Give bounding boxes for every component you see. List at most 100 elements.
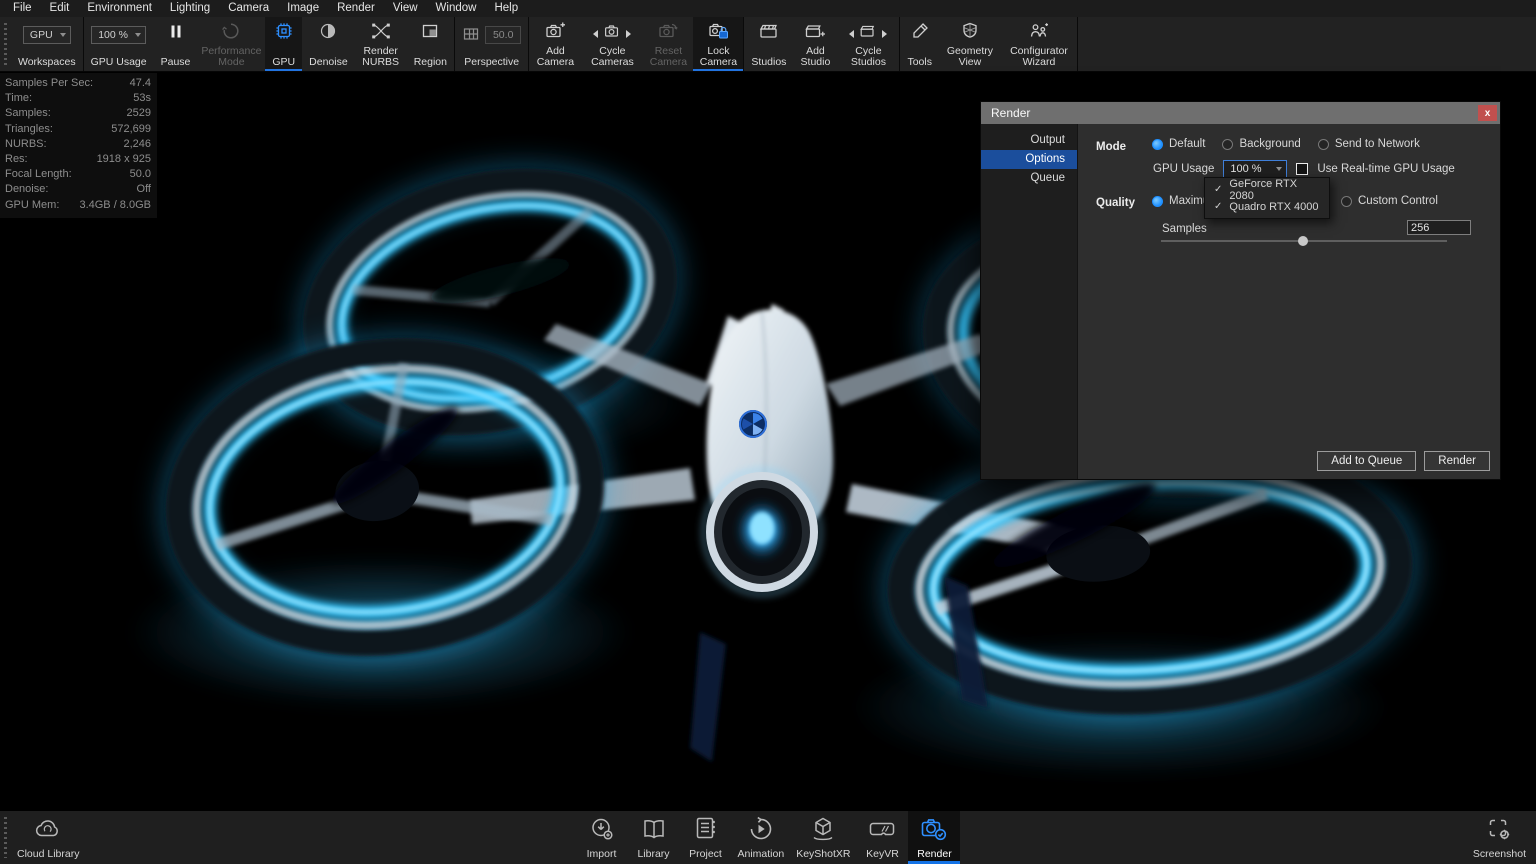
tab-output[interactable]: Output — [981, 131, 1077, 150]
quality-radio-custom-control[interactable]: Custom Control — [1341, 195, 1438, 207]
samples-value-input[interactable] — [1407, 220, 1471, 235]
focal-length-field[interactable]: 50.0 — [485, 26, 521, 44]
configurator-wizard-icon — [1028, 21, 1050, 46]
render-nurbs-label: Render NURBS — [362, 46, 400, 69]
render-dialog-content: Mode Default Background Send to Network … — [1078, 124, 1500, 479]
toolbar-drag-handle[interactable] — [4, 23, 7, 65]
keyvr-label: KeyVR — [866, 848, 899, 861]
samples-slider[interactable] — [1161, 234, 1447, 248]
configurator-wizard-button[interactable]: Configurator Wizard — [1001, 17, 1077, 71]
project-button[interactable]: Project — [680, 811, 732, 864]
gpu-usage-control[interactable]: 100 % GPU Usage — [84, 17, 154, 71]
realtime-gpu-usage-checkbox[interactable] — [1296, 163, 1308, 175]
menu-render[interactable]: Render — [328, 0, 384, 17]
gpu-usage-dialog-dropdown[interactable]: 100 % — [1223, 160, 1287, 178]
screenshot-button[interactable]: Screenshot — [1467, 811, 1532, 864]
workspaces-control[interactable]: GPU Workspaces — [11, 17, 83, 71]
perspective-control[interactable]: 50.0 Perspective — [455, 17, 528, 71]
stat-triangles: Triangles:572,699 — [5, 122, 151, 137]
gpu-usage-dropdown[interactable]: 100 % — [91, 26, 146, 44]
gpu-usage-dialog-label: GPU Usage — [1153, 163, 1214, 175]
geometry-view-label: Geometry View — [946, 46, 994, 69]
add-studio-button[interactable]: Add Studio — [793, 17, 837, 71]
gpu-mode-label: GPU — [272, 57, 295, 69]
tools-knife-icon — [910, 21, 930, 46]
render-dialog-titlebar[interactable]: Render x — [981, 102, 1500, 124]
studios-button[interactable]: Studios — [744, 17, 793, 71]
add-camera-icon — [544, 21, 566, 46]
add-camera-button[interactable]: Add Camera — [529, 17, 581, 71]
cycle-cameras-icon — [602, 21, 622, 46]
cycle-right-arrow-icon[interactable] — [626, 30, 631, 38]
keyshotxr-button[interactable]: KeyShotXR — [790, 811, 856, 864]
menu-file[interactable]: File — [4, 0, 41, 17]
menu-window[interactable]: Window — [427, 0, 486, 17]
tools-label: Tools — [907, 57, 932, 69]
import-button[interactable]: Import — [576, 811, 628, 864]
pause-button[interactable]: Pause — [154, 17, 198, 71]
render-button[interactable]: Render — [1424, 451, 1490, 471]
cycle-left-arrow-icon[interactable] — [593, 30, 598, 38]
tab-queue[interactable]: Queue — [981, 169, 1077, 188]
menu-camera[interactable]: Camera — [219, 0, 278, 17]
checkmark-icon: ✓ — [1214, 184, 1222, 195]
render-stats-overlay: Samples Per Sec:47.4 Time:53s Samples:25… — [0, 73, 157, 218]
render-dialog-title: Render — [991, 106, 1030, 120]
import-label: Import — [587, 848, 617, 861]
keyshotxr-cube-icon — [809, 815, 837, 848]
cycle-cameras-button[interactable]: Cycle Cameras — [581, 17, 643, 71]
add-to-queue-button[interactable]: Add to Queue — [1317, 451, 1416, 471]
gpu-device-geforce[interactable]: ✓ GeForce RTX 2080 — [1205, 181, 1329, 198]
project-label: Project — [689, 848, 722, 861]
cycle-right-arrow-icon[interactable] — [882, 30, 887, 38]
render-output-button[interactable]: Render — [908, 811, 960, 864]
realtime-gpu-usage-label: Use Real-time GPU Usage — [1317, 163, 1454, 175]
library-button[interactable]: Library — [628, 811, 680, 864]
menu-bar: File Edit Environment Lighting Camera Im… — [0, 0, 1536, 17]
lock-camera-button[interactable]: Lock Camera — [693, 17, 743, 71]
import-icon — [588, 815, 616, 848]
menu-help[interactable]: Help — [485, 0, 527, 17]
menu-edit[interactable]: Edit — [41, 0, 79, 17]
gpu-usage-dialog-value: 100 % — [1230, 163, 1261, 175]
menu-environment[interactable]: Environment — [78, 0, 161, 17]
geometry-view-button[interactable]: Geometry View — [939, 17, 1001, 71]
gpu-mode-button[interactable]: GPU — [265, 17, 302, 71]
add-studio-label: Add Studio — [800, 46, 830, 69]
animation-icon — [747, 815, 775, 848]
region-button[interactable]: Region — [407, 17, 454, 71]
cycle-studios-button[interactable]: Cycle Studios — [837, 17, 899, 71]
mode-radio-send-to-network[interactable]: Send to Network — [1318, 138, 1420, 150]
studios-clapperboard-icon — [758, 21, 780, 46]
mode-radio-default[interactable]: Default — [1152, 138, 1205, 150]
keyvr-button[interactable]: KeyVR — [856, 811, 908, 864]
pause-icon — [168, 23, 184, 45]
tab-options[interactable]: Options — [981, 150, 1077, 169]
denoise-button[interactable]: Denoise — [302, 17, 355, 71]
render-nurbs-button[interactable]: Render NURBS — [355, 17, 407, 71]
chevron-down-icon — [135, 33, 141, 37]
mode-radio-background[interactable]: Background — [1222, 138, 1300, 150]
tools-button[interactable]: Tools — [900, 17, 939, 71]
cycle-left-arrow-icon[interactable] — [849, 30, 854, 38]
stat-nurbs: NURBS:2,246 — [5, 137, 151, 152]
workspaces-dropdown[interactable]: GPU — [23, 26, 71, 44]
menu-image[interactable]: Image — [278, 0, 328, 17]
screenshot-icon — [1485, 815, 1513, 848]
menu-view[interactable]: View — [384, 0, 427, 17]
stat-samples-per-sec: Samples Per Sec:47.4 — [5, 76, 151, 91]
radio-icon — [1318, 139, 1329, 150]
close-icon[interactable]: x — [1478, 105, 1497, 121]
render-camera-icon — [919, 815, 949, 848]
stat-time: Time:53s — [5, 91, 151, 106]
gpu-device-quadro[interactable]: ✓ Quadro RTX 4000 — [1205, 198, 1329, 215]
animation-button[interactable]: Animation — [732, 811, 791, 864]
mode-background-label: Background — [1239, 138, 1300, 150]
samples-slider-handle[interactable] — [1298, 236, 1308, 246]
region-label: Region — [414, 57, 447, 69]
performance-mode-icon — [221, 21, 241, 46]
gpu-device-geforce-label: GeForce RTX 2080 — [1229, 178, 1320, 202]
menu-lighting[interactable]: Lighting — [161, 0, 219, 17]
performance-mode-button: Performance Mode — [197, 17, 265, 71]
cycle-studios-icon — [858, 21, 878, 46]
